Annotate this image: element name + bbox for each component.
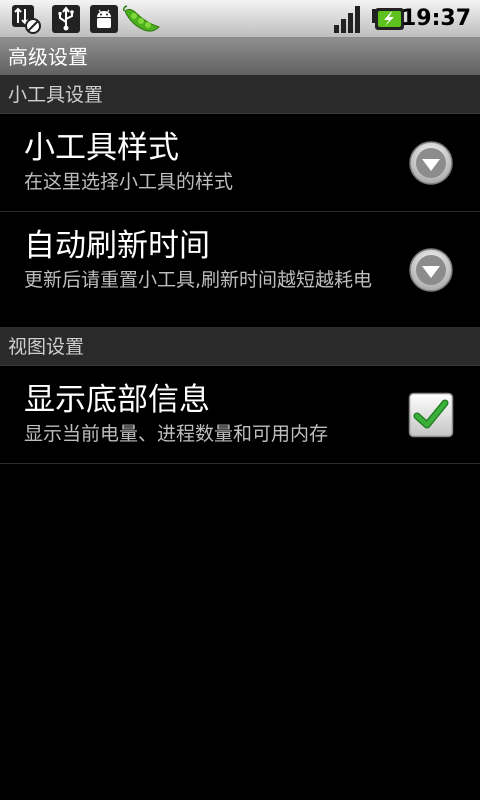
pref-title: 自动刷新时间 <box>24 228 210 264</box>
pref-title: 小工具样式 <box>24 130 179 166</box>
category-view-settings: 视图设置 <box>0 328 480 366</box>
title-bar: 高级设置 <box>0 38 480 76</box>
dropdown-arrow-icon[interactable] <box>408 247 454 293</box>
page-title: 高级设置 <box>8 45 88 69</box>
pref-summary: 在这里选择小工具的样式 <box>24 171 234 193</box>
pref-title: 显示底部信息 <box>24 382 210 418</box>
pref-summary: 显示当前电量、进程数量和可用内存 <box>24 423 329 445</box>
pref-show-bottom-info[interactable]: 显示底部信息 显示当前电量、进程数量和可用内存 <box>0 366 480 464</box>
status-time: 19:37 <box>400 6 471 31</box>
android-icon <box>88 3 120 35</box>
pea-pod-icon <box>122 3 162 35</box>
pref-widget-style[interactable]: 小工具样式 在这里选择小工具的样式 <box>0 114 480 212</box>
dropdown-arrow-icon[interactable] <box>408 140 454 186</box>
pref-summary: 更新后请重置小工具,刷新时间越短越耗电 <box>24 269 373 291</box>
usb-icon <box>50 3 82 35</box>
checkbox-checked-icon[interactable] <box>408 392 454 438</box>
pref-auto-refresh-time[interactable]: 自动刷新时间 更新后请重置小工具,刷新时间越短越耗电 <box>0 212 480 328</box>
preference-list: 小工具设置 小工具样式 在这里选择小工具的样式 自动刷新时间 更新后请重置小工具… <box>0 76 480 464</box>
usb-debug-icon <box>10 3 42 35</box>
status-bar: 19:37 <box>0 0 480 38</box>
signal-icon <box>332 3 364 35</box>
category-widget-settings: 小工具设置 <box>0 76 480 114</box>
